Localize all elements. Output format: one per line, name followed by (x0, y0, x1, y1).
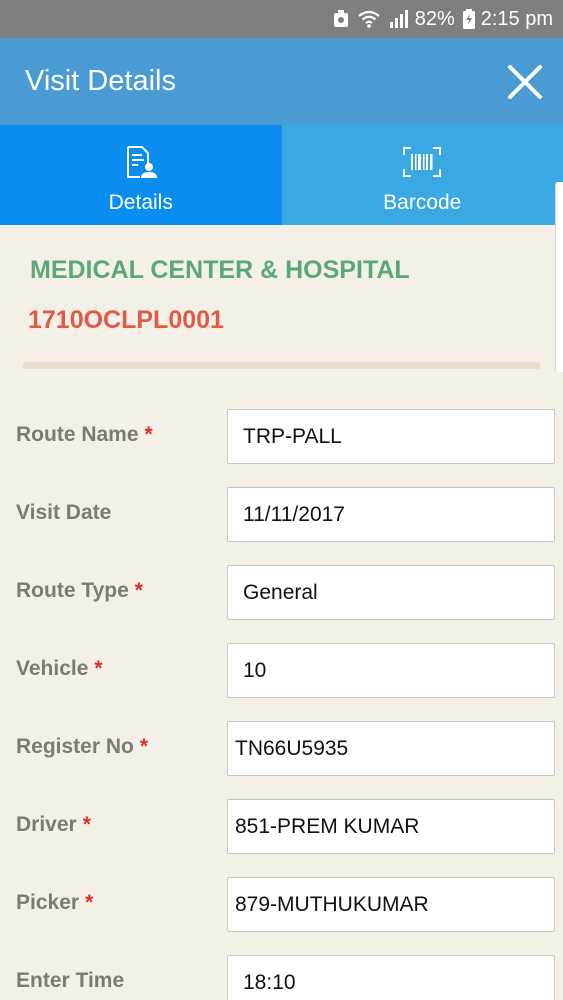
vehicle-field[interactable] (227, 643, 555, 698)
side-drawer-handle[interactable] (555, 182, 563, 372)
form-row-visit-date: Visit Date (0, 487, 563, 543)
route-type-field[interactable] (227, 565, 555, 620)
required-marker: * (139, 735, 149, 758)
battery-percent: 82% (414, 7, 455, 30)
route-name-label: Route Name * (16, 423, 153, 446)
visit-code: 1710OCLPL0001 (28, 306, 224, 334)
driver-field[interactable] (227, 799, 555, 854)
register-no-label: Register No * (16, 735, 149, 758)
required-marker: * (82, 813, 91, 836)
tab-barcode-label: Barcode (383, 191, 462, 214)
tab-barcode[interactable]: Barcode (281, 125, 563, 225)
required-marker: * (85, 891, 94, 914)
form-row-vehicle: Vehicle * (0, 643, 563, 699)
form-row-route-name: Route Name * (0, 409, 563, 465)
picker-field[interactable] (227, 877, 555, 932)
tab-bar: Details Barcode (0, 125, 563, 225)
app-bar: Visit Details (0, 38, 563, 125)
tab-details[interactable]: Details (0, 125, 282, 225)
visit-date-field[interactable] (227, 487, 555, 542)
page-title: Visit Details (25, 65, 176, 97)
enter-time-field[interactable] (227, 955, 555, 1000)
vehicle-label: Vehicle * (16, 657, 103, 680)
tab-details-label: Details (108, 191, 173, 214)
organization-name: MEDICAL CENTER & HOSPITAL (30, 256, 410, 284)
barcode-scan-icon (403, 145, 442, 179)
wifi-icon (357, 10, 381, 28)
form-row-picker: Picker * (0, 877, 563, 933)
register-no-field[interactable] (227, 721, 555, 776)
status-bar: 82% 2:15 pm (0, 0, 563, 38)
picker-label: Picker * (16, 891, 94, 914)
required-marker: * (144, 423, 153, 446)
required-marker: * (94, 657, 103, 680)
driver-label: Driver * (16, 813, 91, 836)
route-name-field[interactable] (227, 409, 555, 464)
divider (23, 362, 540, 369)
required-marker: * (134, 579, 143, 602)
form-row-route-type: Route Type * (0, 565, 563, 621)
route-type-label: Route Type * (16, 579, 143, 602)
enter-time-label: Enter Time (16, 969, 125, 992)
visit-date-label: Visit Date (16, 501, 112, 524)
close-icon (508, 65, 542, 99)
form-row-enter-time: Enter Time (0, 955, 563, 1000)
form-row-driver: Driver * (0, 799, 563, 855)
form-row-register-no: Register No * (0, 721, 563, 777)
close-button[interactable] (505, 62, 545, 102)
signal-icon (389, 10, 409, 28)
document-user-icon (124, 145, 158, 179)
recycle-notification-icon (333, 10, 349, 28)
battery-charging-icon (462, 9, 475, 29)
clock: 2:15 pm (480, 7, 553, 30)
